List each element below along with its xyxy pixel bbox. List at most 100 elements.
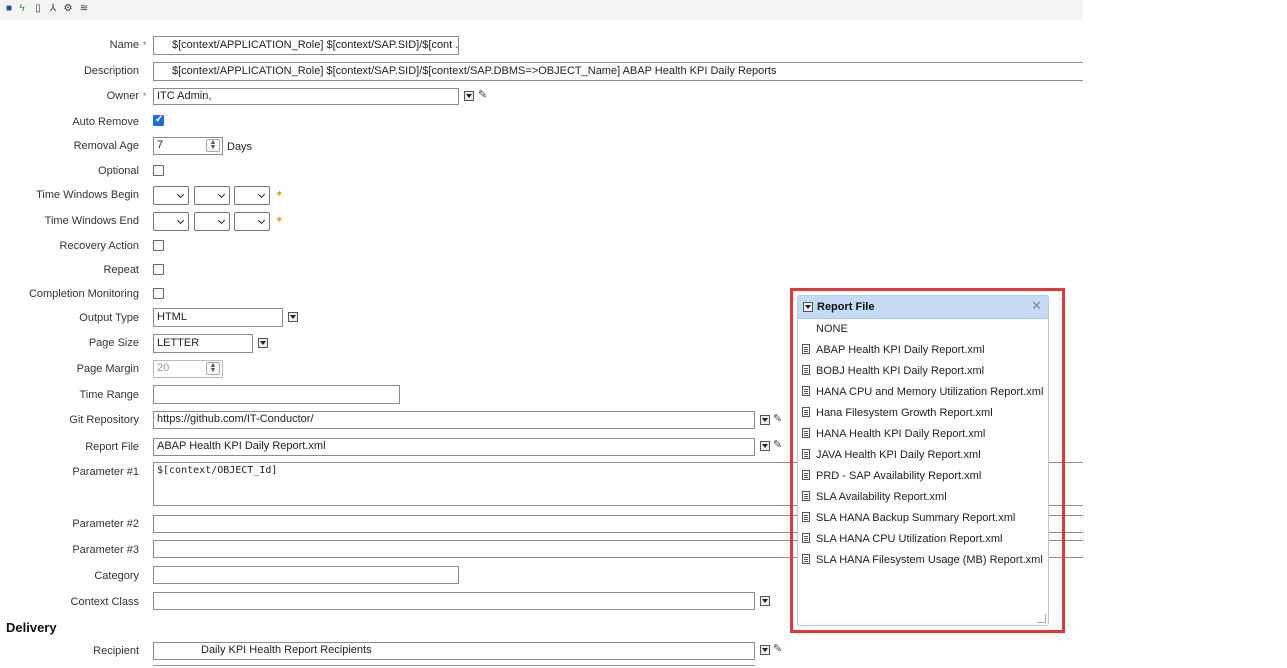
git-repository-edit-icon[interactable]: ✎ — [773, 414, 782, 425]
report-file-option-label: HANA Health KPI Daily Report.xml — [816, 428, 986, 440]
report-file-option[interactable]: ABAP Health KPI Daily Report.xml — [802, 340, 1046, 360]
time-windows-end-ampm-select[interactable] — [234, 212, 270, 231]
recipient-input[interactable]: Daily KPI Health Report Recipients — [153, 642, 755, 660]
toolbar: ■ ϟ ▯ ⅄ ⚙ ≋ — [0, 0, 1083, 20]
popup-close-icon[interactable]: ✕ — [1031, 298, 1042, 314]
parameter2-label: Parameter #2 — [72, 518, 139, 530]
save-icon[interactable]: ■ — [4, 4, 14, 14]
time-windows-begin-clear-icon[interactable]: ✶ — [275, 189, 283, 200]
report-file-option-label: BOBJ Health KPI Daily Report.xml — [816, 365, 985, 377]
parameter3-label: Parameter #3 — [72, 544, 139, 556]
delete-icon[interactable]: ▯ — [33, 4, 43, 14]
report-file-option[interactable]: HANA CPU and Memory Utilization Report.x… — [802, 382, 1046, 402]
report-file-option[interactable]: HANA Health KPI Daily Report.xml — [802, 424, 1046, 444]
time-range-label: Time Range — [79, 389, 139, 401]
removal-age-spinner[interactable]: ▲ ▼ — [206, 139, 220, 152]
context-class-input[interactable] — [153, 592, 755, 610]
owner-dropdown-icon[interactable] — [464, 91, 474, 101]
run-icon[interactable]: ϟ — [17, 4, 27, 14]
time-windows-begin-ampm-select[interactable] — [234, 186, 270, 205]
recipient-dropdown-icon[interactable] — [760, 645, 770, 655]
owner-label: Owner — [106, 90, 139, 102]
document-icon — [802, 533, 810, 543]
page-margin-spinner[interactable]: ▲ ▼ — [206, 362, 220, 375]
owner-input[interactable]: ITC Admin, — [153, 88, 459, 105]
document-icon — [802, 428, 810, 438]
recovery-action-checkbox[interactable] — [153, 240, 164, 251]
time-windows-end-hour-select[interactable] — [153, 212, 189, 231]
auto-remove-checkbox[interactable] — [153, 114, 164, 126]
report-file-option[interactable]: SLA HANA Filesystem Usage (MB) Report.xm… — [802, 550, 1046, 570]
removal-age-input[interactable]: 7 ▲ ▼ — [153, 137, 223, 155]
document-icon — [802, 470, 810, 480]
hierarchy-icon[interactable]: ⅄ — [48, 4, 58, 14]
completion-monitoring-label: Completion Monitoring — [28, 288, 139, 300]
context-class-dropdown-icon[interactable] — [760, 596, 770, 606]
delivery-heading: Delivery — [6, 620, 57, 635]
document-icon — [802, 407, 810, 417]
report-file-option-label: JAVA Health KPI Daily Report.xml — [816, 449, 981, 461]
recipient-label: Recipient — [93, 645, 139, 657]
description-input[interactable]: $[context/APPLICATION_Role] $[context/SA… — [153, 62, 1083, 81]
optional-label: Optional — [98, 165, 139, 177]
resize-grip-icon[interactable] — [1037, 614, 1046, 623]
page-size-label: Page Size — [88, 337, 139, 349]
report-file-input[interactable]: ABAP Health KPI Daily Report.xml — [153, 438, 755, 456]
page-margin-value: 20 — [157, 362, 170, 374]
output-type-dropdown-icon[interactable] — [288, 312, 298, 322]
report-file-edit-icon[interactable]: ✎ — [773, 440, 782, 451]
popup-title: Report File — [817, 301, 875, 313]
report-file-option[interactable]: JAVA Health KPI Daily Report.xml — [802, 445, 1046, 465]
report-file-option-label: Hana Filesystem Growth Report.xml — [816, 407, 993, 419]
page-size-dropdown-icon[interactable] — [258, 338, 268, 348]
document-icon — [802, 344, 810, 354]
time-windows-begin-hour-select[interactable] — [153, 186, 189, 205]
name-input[interactable]: $[context/APPLICATION_Role] $[context/SA… — [153, 36, 459, 55]
page-size-input[interactable]: LETTER — [153, 334, 253, 353]
report-file-option[interactable]: NONE — [802, 319, 1060, 339]
page-margin-input[interactable]: 20 ▲ ▼ — [153, 360, 223, 378]
git-repository-input[interactable]: https://github.com/IT-Conductor/ — [153, 411, 755, 429]
settings-icon[interactable]: ⚙ — [63, 4, 73, 14]
removal-age-label: Removal Age — [73, 140, 139, 152]
description-label: Description — [83, 65, 139, 77]
parameter1-label: Parameter #1 — [72, 466, 139, 478]
owner-edit-icon[interactable]: ✎ — [478, 90, 487, 101]
repeat-checkbox[interactable] — [153, 264, 164, 275]
context-class-label: Context Class — [70, 596, 139, 608]
completion-monitoring-checkbox[interactable] — [153, 288, 164, 299]
document-icon — [802, 386, 810, 396]
time-windows-end-minute-select[interactable] — [194, 212, 230, 231]
report-file-dropdown-icon[interactable] — [760, 441, 770, 451]
category-input[interactable] — [153, 566, 459, 584]
time-windows-begin-label: Time Windows Begin — [36, 189, 139, 201]
document-icon — [802, 512, 810, 522]
git-repository-dropdown-icon[interactable] — [760, 415, 770, 425]
repeat-label: Repeat — [103, 264, 139, 276]
report-file-option-label: SLA HANA Filesystem Usage (MB) Report.xm… — [816, 554, 1043, 566]
owner-required-mark: * — [143, 91, 147, 101]
name-required-mark: * — [143, 40, 147, 50]
time-windows-begin-minute-select[interactable] — [194, 186, 230, 205]
report-file-option-label: HANA CPU and Memory Utilization Report.x… — [816, 386, 1044, 398]
time-range-input[interactable] — [153, 385, 400, 404]
optional-checkbox[interactable] — [153, 165, 164, 176]
report-file-option[interactable]: PRD - SAP Availability Report.xml — [802, 466, 1046, 486]
report-file-option[interactable]: SLA Availability Report.xml — [802, 487, 1046, 507]
output-type-input[interactable]: HTML — [153, 308, 283, 327]
time-windows-end-clear-icon[interactable]: ✶ — [275, 215, 283, 226]
auto-remove-label: Auto Remove — [72, 116, 139, 128]
recipient-edit-icon[interactable]: ✎ — [773, 644, 782, 655]
category-label: Category — [94, 570, 139, 582]
report-file-option[interactable]: Hana Filesystem Growth Report.xml — [802, 403, 1046, 423]
removal-age-value: 7 — [157, 139, 164, 151]
next-field-edge — [153, 665, 755, 666]
popup-collapse-icon[interactable] — [803, 302, 813, 312]
report-file-option[interactable]: BOBJ Health KPI Daily Report.xml — [802, 361, 1046, 381]
report-file-popup: Report File ✕ NONE ABAP Health KPI Daily … — [797, 295, 1049, 626]
output-type-label: Output Type — [79, 312, 139, 324]
report-file-option[interactable]: SLA HANA Backup Summary Report.xml — [802, 508, 1046, 528]
report-file-option-label: SLA HANA CPU Utilization Report.xml — [816, 533, 1003, 545]
report-file-option[interactable]: SLA HANA CPU Utilization Report.xml — [802, 529, 1046, 549]
layers-icon[interactable]: ≋ — [79, 4, 89, 14]
